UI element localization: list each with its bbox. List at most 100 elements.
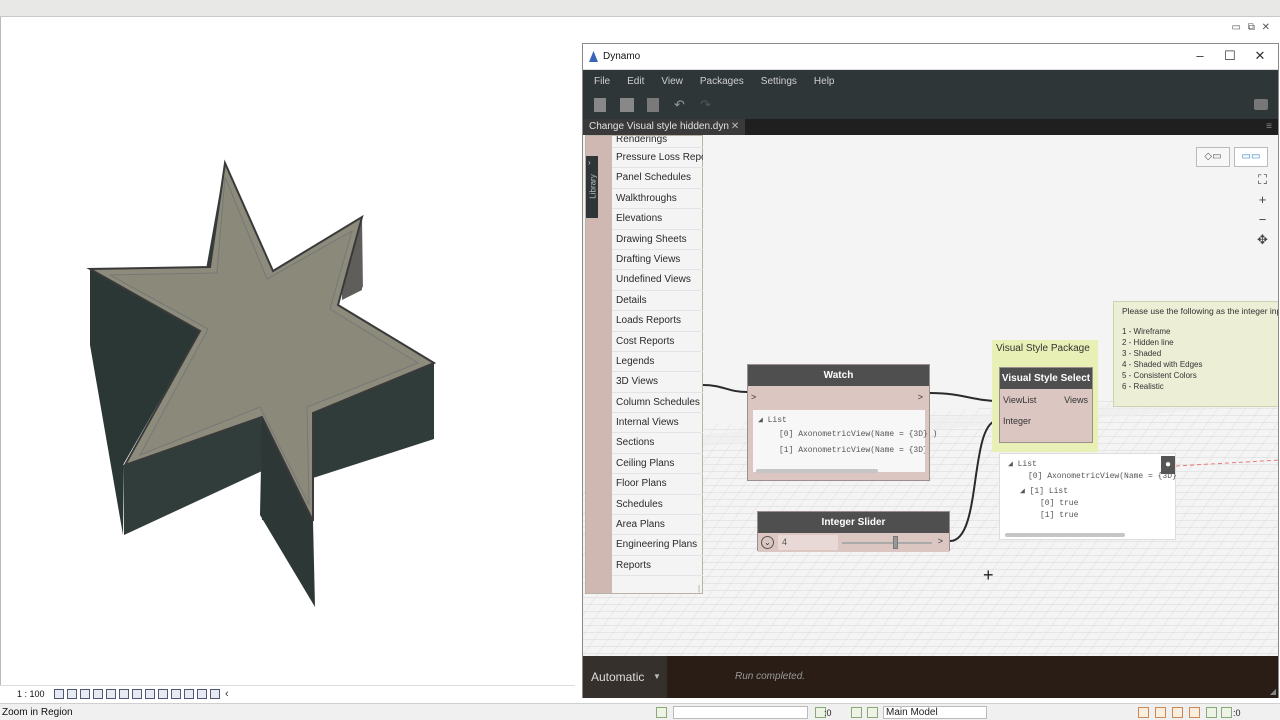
open-file-icon[interactable] (620, 98, 634, 112)
chevron-down-icon[interactable]: ▼ (653, 656, 661, 698)
vs-scrollbar[interactable] (1005, 533, 1125, 537)
new-file-icon[interactable] (594, 98, 606, 112)
select-pinned-icon[interactable] (1172, 707, 1183, 718)
render-icon[interactable] (106, 688, 116, 699)
file-tab[interactable]: Change Visual style hidden.dyn ✕ (583, 119, 746, 135)
design-options-icon[interactable] (851, 707, 862, 718)
camera-icon[interactable] (1254, 99, 1268, 110)
library-item[interactable]: Drawing Sheets (612, 230, 703, 250)
reveal-hidden-icon[interactable] (171, 688, 181, 699)
worksets-icon[interactable] (656, 707, 667, 718)
zoom-in-icon[interactable]: + (1253, 190, 1272, 209)
library-item[interactable]: Engineering Plans (612, 535, 703, 556)
window-title: Dynamo (603, 51, 641, 62)
shadows-icon[interactable] (93, 688, 103, 699)
chevron-left-icon[interactable]: ‹ (225, 688, 229, 700)
library-item[interactable]: Details (612, 291, 703, 312)
workset-combo[interactable] (673, 706, 808, 719)
viewlist-input-port[interactable]: ViewList (1003, 395, 1036, 405)
select-links-icon[interactable] (1138, 707, 1149, 718)
crop-view-icon[interactable] (119, 688, 129, 699)
library-item[interactable]: Internal Views (612, 413, 703, 434)
scale-label[interactable]: 1 : 100 (17, 689, 51, 699)
library-item[interactable]: Schedules (612, 495, 703, 516)
tab-menu-icon[interactable]: ≡ (1266, 121, 1272, 132)
visual-style-icon[interactable] (67, 688, 77, 699)
worksharing-icon[interactable] (210, 688, 220, 699)
menu-file[interactable]: File (594, 76, 610, 87)
menu-edit[interactable]: Edit (627, 76, 644, 87)
menu-settings[interactable]: Settings (761, 76, 797, 87)
slider-output-port[interactable]: > (938, 536, 943, 546)
view-window-controls[interactable]: ▭ ⧉ ✕ (1231, 22, 1272, 33)
library-item[interactable]: Floor Plans (612, 474, 703, 495)
close-tab-icon[interactable]: ✕ (731, 121, 739, 132)
save-icon[interactable] (647, 98, 659, 112)
close-button[interactable]: ✕ (1250, 48, 1270, 64)
select-underlay-icon[interactable] (1155, 707, 1166, 718)
resize-grip-icon[interactable]: ◢ (1270, 687, 1276, 696)
library-item[interactable]: 3D Views (612, 372, 703, 393)
slider-thumb[interactable] (893, 536, 898, 549)
chevron-down-icon[interactable]: ⌄ (761, 536, 774, 549)
library-item[interactable]: Area Plans (612, 515, 703, 536)
filter-icon[interactable] (1221, 707, 1232, 718)
show-crop-icon[interactable] (132, 688, 142, 699)
library-item[interactable]: Ceiling Plans (612, 454, 703, 475)
analytical-model-icon[interactable] (184, 688, 194, 699)
library-item[interactable]: Sections (612, 433, 703, 454)
note-node[interactable]: Please use the following as the integer … (1113, 301, 1278, 407)
watch-node[interactable]: Watch > > ◢ List [0] AxonometricView(Nam… (747, 364, 937, 481)
star-3d-model[interactable] (80, 155, 450, 615)
graph-canvas[interactable]: › Library Renderings Pressure Loss Repor… (583, 135, 1278, 656)
watch-input-port[interactable]: > (751, 392, 756, 402)
vs-list-item: ◢ [1] List (1020, 487, 1069, 496)
watch-output-port[interactable]: > (918, 392, 923, 402)
library-item[interactable]: Elevations (612, 209, 703, 230)
library-item[interactable]: Loads Reports (612, 311, 703, 332)
menu-packages[interactable]: Packages (700, 76, 744, 87)
sun-path-icon[interactable] (80, 688, 90, 699)
library-item[interactable]: Panel Schedules (612, 168, 703, 189)
pin-icon[interactable]: ● (1161, 456, 1175, 474)
integer-slider-node[interactable]: Integer Slider ⌄ 4 > (757, 511, 950, 552)
redo-icon[interactable]: ↷ (700, 97, 711, 113)
library-scrollbar[interactable]: | (698, 584, 700, 593)
slider-value-input[interactable]: 4 (778, 535, 838, 550)
lock-view-icon[interactable] (145, 688, 155, 699)
library-item[interactable]: Undefined Views (612, 270, 703, 291)
views-output-port[interactable]: Views (1064, 395, 1088, 405)
minimize-button[interactable]: – (1190, 48, 1210, 63)
library-item[interactable]: Cost Reports (612, 332, 703, 352)
geometry-view-icon[interactable]: ◇▭ (1196, 147, 1230, 167)
menu-view[interactable]: View (661, 76, 683, 87)
library-tab[interactable]: › Library (586, 156, 598, 218)
visual-style-select-node[interactable]: Visual Style Select ViewList Integer Vie… (999, 367, 1093, 443)
library-item[interactable]: Reports (612, 556, 703, 577)
graph-view-icon[interactable]: ▭▭ (1234, 147, 1268, 167)
watch-scrollbar[interactable] (756, 469, 878, 473)
toolbar: ↶ ↷ (583, 92, 1278, 119)
library-item[interactable]: Walkthroughs (612, 189, 703, 210)
fit-view-icon[interactable]: ⛶ (1253, 170, 1272, 189)
library-item[interactable]: Legends (612, 352, 703, 373)
select-by-face-icon[interactable] (1189, 707, 1200, 718)
menu-help[interactable]: Help (814, 76, 835, 87)
zoom-out-icon[interactable]: − (1253, 210, 1272, 229)
highlight-displacement-icon[interactable] (197, 688, 207, 699)
temp-hide-icon[interactable] (158, 688, 168, 699)
library-item[interactable]: Renderings (612, 136, 703, 148)
integer-input-port[interactable]: Integer (1003, 416, 1031, 426)
library-item[interactable]: Drafting Views (612, 250, 703, 271)
undo-icon[interactable]: ↶ (674, 97, 685, 113)
detail-level-icon[interactable] (54, 688, 64, 699)
maximize-button[interactable]: ☐ (1220, 48, 1240, 64)
pan-icon[interactable]: ✥ (1253, 230, 1272, 249)
drag-elements-icon[interactable] (1206, 707, 1217, 718)
slider-track[interactable] (842, 542, 932, 544)
library-item[interactable]: Pressure Loss Reports (612, 148, 703, 169)
main-model-combo[interactable]: Main Model (883, 706, 987, 719)
library-item[interactable]: Column Schedules (612, 393, 703, 414)
design-options-icon-2[interactable] (867, 707, 878, 718)
dynamo-logo-icon (589, 51, 598, 62)
